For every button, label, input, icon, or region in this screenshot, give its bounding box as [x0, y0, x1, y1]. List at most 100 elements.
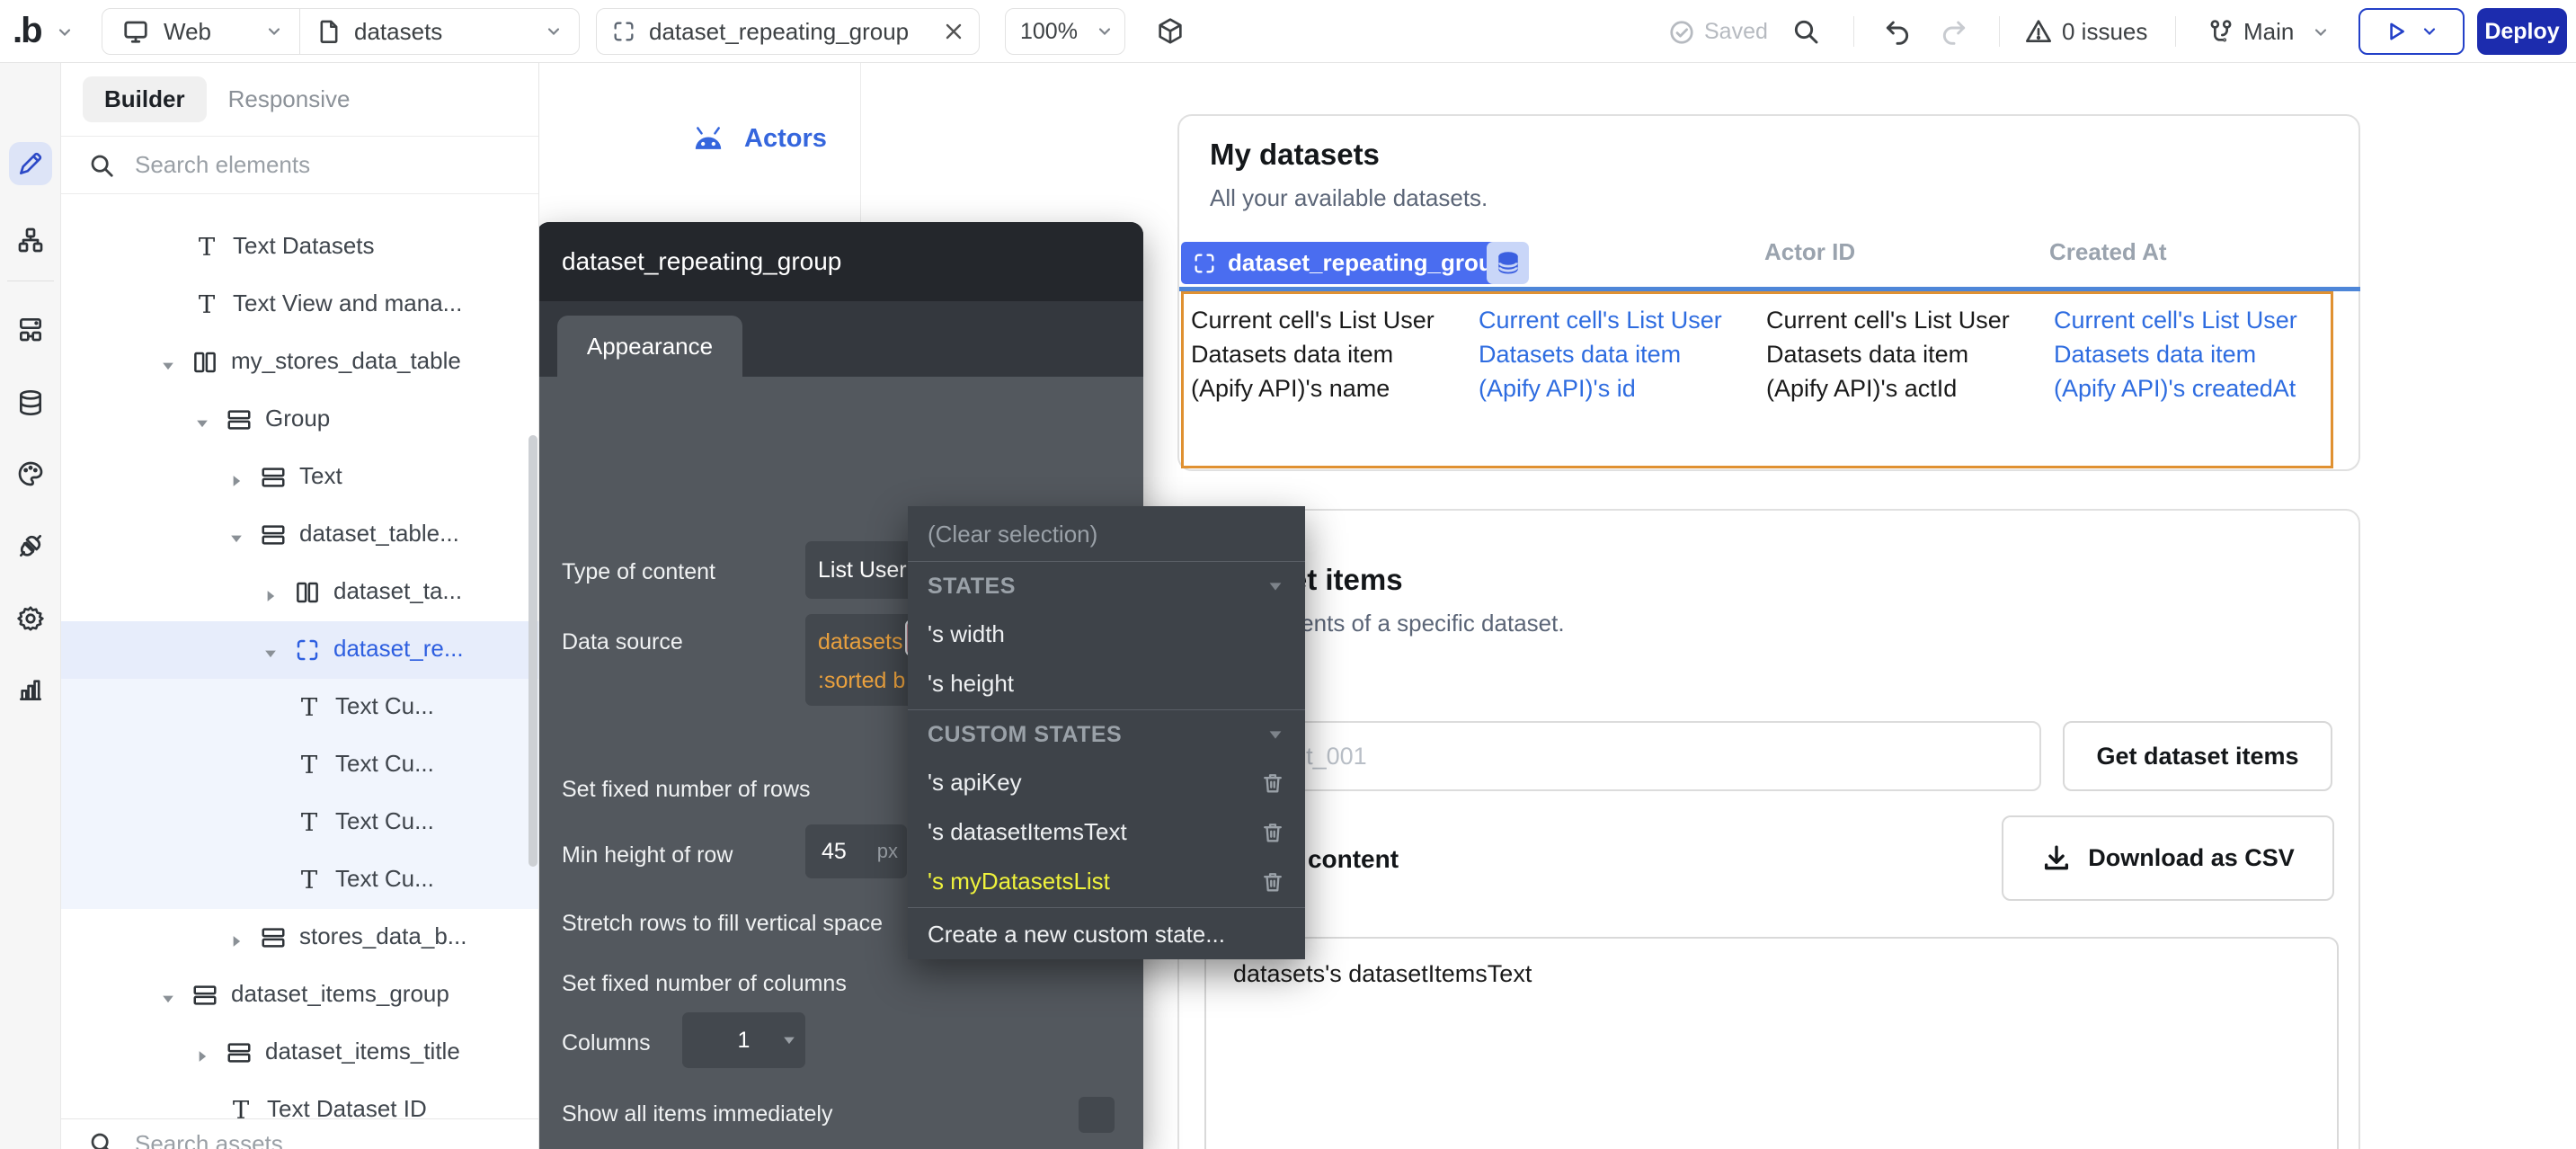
tab-builder[interactable]: Builder	[83, 76, 207, 122]
rg-cell-expression-2[interactable]: Current cell's List User Datasets data i…	[1479, 303, 1723, 405]
menu-section-states[interactable]: STATES	[908, 563, 1305, 610]
selected-element-chip[interactable]: dataset_repeating_group	[1181, 242, 1522, 284]
branch-selector[interactable]: Main	[2243, 18, 2294, 46]
logo-chevron-icon[interactable]	[56, 23, 74, 41]
repeating-group-cell[interactable]: Current cell's List User Datasets data i…	[1181, 291, 2333, 468]
dataset-content-textarea[interactable]: datasets's datasetItemsText	[1204, 937, 2339, 1149]
tree-item-my-stores-data-table[interactable]: my_stores_data_table	[61, 334, 538, 391]
tree-item-text-cu[interactable]: TText Cu...	[61, 679, 538, 736]
caret-down-icon	[1266, 725, 1285, 744]
rail-settings-button[interactable]	[9, 597, 52, 640]
show-all-items-checkbox[interactable]	[1079, 1097, 1115, 1133]
rail-styles-button[interactable]	[9, 452, 52, 495]
caret-down-icon[interactable]	[262, 641, 280, 659]
menu-item-label: Create a new custom state...	[928, 921, 1225, 949]
rail-workflow-button[interactable]	[9, 218, 52, 262]
issues-count[interactable]: 0 issues	[2062, 18, 2147, 46]
git-branch-icon	[2207, 17, 2235, 46]
tree-item-text-view-and-mana[interactable]: TText View and mana...	[61, 276, 538, 334]
rail-components-button[interactable]	[9, 307, 52, 351]
get-dataset-items-label: Get dataset items	[2096, 743, 2298, 770]
trash-icon[interactable]	[1260, 770, 1285, 796]
plug-icon	[16, 531, 45, 560]
tree-item-text-cu[interactable]: TText Cu...	[61, 851, 538, 909]
element-tab[interactable]: dataset_repeating_group	[596, 8, 980, 55]
get-dataset-items-button[interactable]: Get dataset items	[2063, 721, 2332, 791]
chevron-down-icon[interactable]	[2312, 23, 2330, 41]
rg-cell-expression-3[interactable]: Current cell's List User Datasets data i…	[1766, 303, 2011, 405]
zoom-selector[interactable]: 100%	[1005, 8, 1125, 55]
rail-plugins-button[interactable]	[9, 524, 52, 567]
tree-item-label: Text Cu...	[335, 692, 434, 720]
tree-item-dataset-ta[interactable]: dataset_ta...	[61, 564, 538, 621]
rg-cell-expression-1[interactable]: Current cell's List User Datasets data i…	[1191, 303, 1456, 405]
search-elements-field[interactable]: Search elements	[61, 137, 538, 194]
data-source-suffix[interactable]: :sorted b	[818, 668, 905, 694]
bubble-logo[interactable]: .b	[13, 11, 41, 51]
caret-down-icon[interactable]	[159, 986, 177, 1004]
rail-logs-button[interactable]	[9, 668, 52, 711]
menu-item-s-apikey[interactable]: 's apiKey	[908, 758, 1305, 807]
tab-responsive[interactable]: Responsive	[228, 85, 351, 113]
tree-item-text-datasets[interactable]: TText Datasets	[61, 218, 538, 276]
tree-item-text[interactable]: Text	[61, 449, 538, 506]
dataset-id-input[interactable]: dataset_001	[1210, 721, 2041, 791]
search-icon[interactable]	[1791, 17, 1820, 46]
deploy-button[interactable]: Deploy	[2477, 8, 2567, 55]
rail-design-button[interactable]	[9, 142, 52, 185]
download-csv-button[interactable]: Download as CSV	[2002, 815, 2334, 901]
caret-down-icon[interactable]	[227, 526, 245, 544]
data-source-prefix[interactable]: datasets	[818, 629, 903, 655]
tree-item-dataset-items-title[interactable]: dataset_items_title	[61, 1024, 538, 1082]
menu-item-clear-selection[interactable]: (Clear selection)	[908, 508, 1305, 560]
type-of-content-label: Type of content	[562, 559, 715, 585]
tree-item-dataset-items-group[interactable]: dataset_items_group	[61, 966, 538, 1024]
chevron-down-icon[interactable]	[545, 22, 563, 40]
trash-icon[interactable]	[1260, 869, 1285, 895]
chevron-down-icon[interactable]	[265, 22, 283, 40]
rg-cell-expression-4[interactable]: Current cell's List User Datasets data i…	[2054, 303, 2323, 405]
caret-right-icon[interactable]	[193, 1044, 211, 1062]
close-icon[interactable]	[943, 21, 964, 42]
preview-button[interactable]	[2358, 8, 2465, 55]
search-assets-field[interactable]: Search assets	[61, 1118, 538, 1149]
menu-item-create-a-new-custom-state[interactable]: Create a new custom state...	[908, 909, 1305, 959]
columns-select[interactable]: 1	[682, 1012, 805, 1068]
bar-chart-icon	[16, 675, 45, 704]
columns-label: Columns	[562, 1030, 651, 1056]
tree-item-dataset-re[interactable]: dataset_re...	[61, 621, 538, 679]
trash-icon[interactable]	[1260, 820, 1285, 845]
tree-item-group[interactable]: Group	[61, 391, 538, 449]
platform-selector-label[interactable]: Web	[164, 18, 211, 46]
tree-item-label: Text Cu...	[335, 807, 434, 835]
menu-item-label: 's apiKey	[928, 769, 1022, 797]
rail-data-button[interactable]	[9, 381, 52, 424]
tree-item-dataset-table[interactable]: dataset_table...	[61, 506, 538, 564]
tab-appearance[interactable]: Appearance	[557, 316, 742, 377]
inspector-header[interactable]: dataset_repeating_group i	[537, 222, 1143, 301]
menu-item-s-height[interactable]: 's height	[908, 659, 1305, 708]
caret-down-icon[interactable]	[193, 411, 211, 429]
cube-icon[interactable]	[1156, 17, 1185, 46]
tree-scrollbar[interactable]	[529, 435, 537, 867]
undo-icon[interactable]	[1883, 17, 1912, 46]
min-height-input[interactable]: 45 px	[805, 824, 907, 878]
tree-item-stores-data-b[interactable]: stores_data_b...	[61, 909, 538, 966]
caret-right-icon[interactable]	[227, 929, 245, 947]
menu-item-s-width[interactable]: 's width	[908, 610, 1305, 659]
page-selector-label[interactable]: datasets	[354, 18, 442, 46]
text-element-icon: T	[193, 234, 220, 261]
data-source-chip-button[interactable]	[1487, 242, 1529, 284]
caret-right-icon[interactable]	[262, 583, 280, 601]
min-height-unit: px	[877, 840, 898, 863]
search-elements-placeholder: Search elements	[135, 151, 310, 179]
tree-item-label: my_stores_data_table	[231, 347, 461, 375]
caret-down-icon[interactable]	[159, 353, 177, 371]
menu-section-custom-states[interactable]: CUSTOM STATES	[908, 711, 1305, 758]
tree-item-text-cu[interactable]: TText Cu...	[61, 736, 538, 794]
caret-right-icon[interactable]	[227, 468, 245, 486]
menu-item-s-mydatasetslist[interactable]: 's myDatasetsList	[908, 857, 1305, 906]
actors-nav-item[interactable]: Actors	[690, 124, 827, 154]
tree-item-text-cu[interactable]: TText Cu...	[61, 794, 538, 851]
menu-item-s-datasetitemstext[interactable]: 's datasetItemsText	[908, 807, 1305, 857]
